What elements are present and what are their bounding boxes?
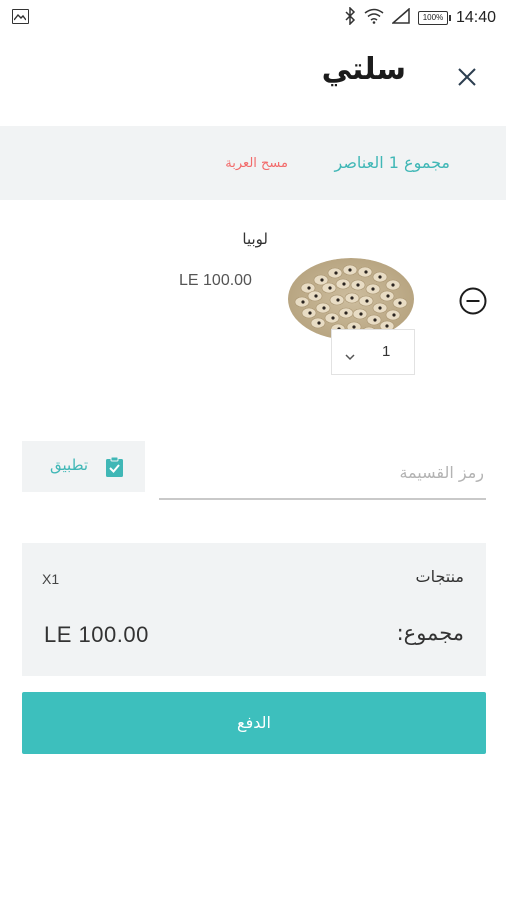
total-label: مجموع: [396,621,464,645]
close-icon[interactable] [452,62,482,92]
image-icon [12,9,29,24]
total-value: LE 100.00 [44,622,149,647]
battery-icon: 100% [417,11,451,25]
product-image [288,258,414,340]
header: سلتي [0,40,506,110]
clear-cart-button[interactable]: مسح العربة [225,156,288,171]
cart-summary-bar: مجموع 1 العناصر مسح العربة [0,126,506,200]
clipboard-check-icon [106,456,123,481]
status-bar: 100% 14:40 [0,0,506,36]
clock: 14:40 [455,9,496,26]
item-count: مجموع 1 العناصر [334,153,450,172]
products-quantity: X1 [42,571,60,587]
wifi-icon [364,8,384,28]
checkout-button[interactable]: الدفع [22,692,486,754]
item-name: لوبيا [242,230,268,248]
remove-item-icon[interactable] [458,286,488,316]
apply-coupon-button[interactable]: تطبيق [22,441,145,492]
quantity-value: 1 [382,343,391,360]
order-totals: منتجات X1 مجموع: LE 100.00 [22,543,486,676]
chevron-down-icon[interactable] [344,346,356,365]
quantity-select[interactable]: 1 [331,329,415,375]
coupon-code-input[interactable] [159,446,486,500]
cart-item: لوبيا LE 100.00 1 [0,200,506,390]
bluetooth-icon [344,6,356,29]
products-label: منتجات [415,567,465,586]
item-price: LE 100.00 [179,272,252,289]
signal-icon [390,7,410,28]
page-title: سلتي [321,52,406,87]
apply-coupon-label: تطبيق [50,456,89,474]
